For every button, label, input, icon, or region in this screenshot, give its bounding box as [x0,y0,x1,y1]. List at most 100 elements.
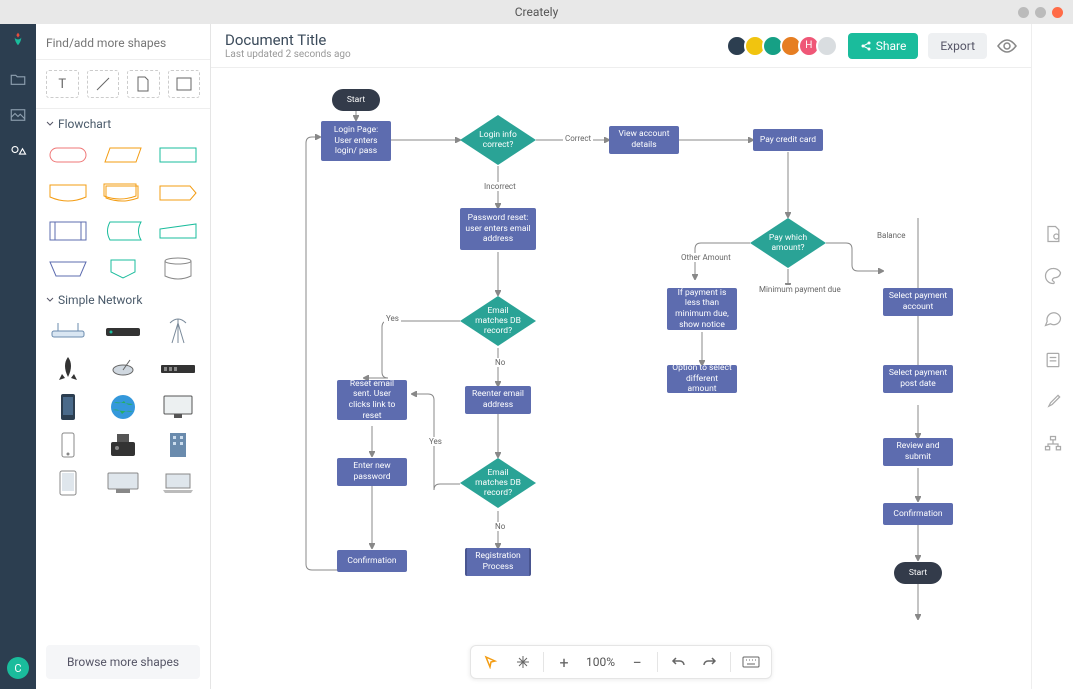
avatar[interactable] [816,35,838,57]
zoom-level[interactable]: 100% [582,655,619,669]
image-icon[interactable] [9,106,27,124]
doc-subtitle: Last updated 2 seconds ago [225,49,351,60]
shape-tag[interactable] [155,179,200,207]
page-settings-icon[interactable] [1043,224,1063,244]
shape-manual[interactable] [155,217,200,245]
folder-icon[interactable] [9,70,27,88]
node-resetemail[interactable]: Reset email sent. User clicks link to re… [337,380,407,420]
browse-more-button[interactable]: Browse more shapes [46,645,200,679]
shape-monitor[interactable] [155,393,200,421]
shape-modem[interactable] [101,317,146,345]
section-flowchart[interactable]: Flowchart [36,109,210,135]
section-simple-network[interactable]: Simple Network [36,285,210,311]
node-emailmatch1[interactable]: Email matches DB record? [460,296,536,346]
node-regproc[interactable]: Registration Process [465,548,531,576]
collaborator-avatars[interactable]: H [730,35,838,57]
shape-rocket[interactable] [46,355,91,383]
shape-laptop[interactable] [155,469,200,497]
close-icon[interactable] [1052,7,1063,18]
export-button[interactable]: Export [928,33,987,59]
notes-icon[interactable] [1043,350,1063,370]
palette-icon[interactable] [1043,266,1063,286]
shape-subprocess[interactable] [46,217,91,245]
node-review[interactable]: Review and submit [883,438,953,466]
share-button[interactable]: Share [848,33,919,59]
node-emailmatch2[interactable]: Email matches DB record? [460,458,536,508]
network-shapes [36,311,210,499]
node-paywhich[interactable]: Pay which amount? [750,218,826,268]
edge-label: Minimum payment due [757,285,843,294]
shape-display[interactable] [46,179,91,207]
min-icon[interactable] [1018,7,1029,18]
layout-icon[interactable] [1043,434,1063,454]
edge-label: No [493,522,507,531]
page-tool[interactable] [127,70,160,98]
quick-tools: T [36,60,210,109]
shape-building[interactable] [155,431,200,459]
node-minpay[interactable]: If payment is less than minimum due, sho… [667,288,737,330]
shape-pentagon[interactable] [101,255,146,283]
pointer-tool[interactable] [477,649,505,675]
node-acct[interactable]: View account details [609,126,679,154]
section-label: Simple Network [58,293,142,307]
edge-label: Yes [427,437,444,446]
shape-multidoc[interactable] [101,179,146,207]
app-name: Creately [515,5,559,19]
redo-button[interactable] [696,649,724,675]
text-tool[interactable]: T [46,70,79,98]
preview-icon[interactable] [997,39,1017,53]
brush-icon[interactable] [1043,392,1063,412]
edge-label: Other Amount [679,253,733,262]
rect-tool[interactable] [168,70,201,98]
shape-switch[interactable] [155,355,200,383]
shape-satellite[interactable] [101,355,146,383]
user-badge[interactable]: C [7,657,29,679]
window-controls [1018,7,1063,18]
shape-trap[interactable] [46,255,91,283]
node-newpw[interactable]: Enter new password [337,458,407,486]
zoom-out[interactable]: − [623,649,651,675]
shape-stored[interactable] [101,217,146,245]
shapes-panel: T Flowchart Simple Network [36,24,211,689]
canvas[interactable]: Start Login Page: User enters login/ pas… [211,68,1031,689]
shape-tablet[interactable] [46,469,91,497]
shape-fax[interactable] [101,431,146,459]
shape-mobile[interactable] [46,431,91,459]
zoom-in[interactable]: + [550,649,578,675]
line-tool[interactable] [87,70,120,98]
shape-data[interactable] [101,141,146,169]
shape-phone[interactable] [46,393,91,421]
pan-tool[interactable] [509,649,537,675]
export-label: Export [940,39,975,53]
chevron-down-icon [46,296,54,304]
edge-label: Correct [563,134,593,143]
node-conf2[interactable]: Confirmation [883,503,953,525]
keyboard-icon[interactable] [737,649,765,675]
main-area: Document Title Last updated 2 seconds ag… [211,24,1031,689]
comment-icon[interactable] [1043,308,1063,328]
shapes-icon[interactable] [9,142,27,160]
node-pwreset[interactable]: Password reset: user enters email addres… [460,208,536,250]
node-end[interactable]: Start [894,562,942,584]
shape-globe[interactable] [101,393,146,421]
node-start[interactable]: Start [332,89,380,111]
undo-button[interactable] [664,649,692,675]
node-optsel[interactable]: Option to select different amount [667,365,737,393]
shape-router[interactable] [46,317,91,345]
shape-process[interactable] [155,141,200,169]
shape-terminator[interactable] [46,141,91,169]
node-seldate[interactable]: Select payment post date [883,365,953,393]
search-input[interactable] [46,36,200,50]
max-icon[interactable] [1035,7,1046,18]
node-conf1[interactable]: Confirmation [337,550,407,572]
shape-tower[interactable] [155,317,200,345]
node-loginok[interactable]: Login info correct? [460,115,536,165]
node-login[interactable]: Login Page: User enters login/ pass [321,121,391,161]
shape-database[interactable] [155,255,200,283]
node-selacct[interactable]: Select payment account [883,288,953,316]
titlebar: Creately [0,0,1073,24]
node-paycc[interactable]: Pay credit card [753,129,823,151]
doc-title[interactable]: Document Title [225,31,351,49]
node-reenter[interactable]: Reenter email address [465,386,531,414]
shape-desktop[interactable] [101,469,146,497]
